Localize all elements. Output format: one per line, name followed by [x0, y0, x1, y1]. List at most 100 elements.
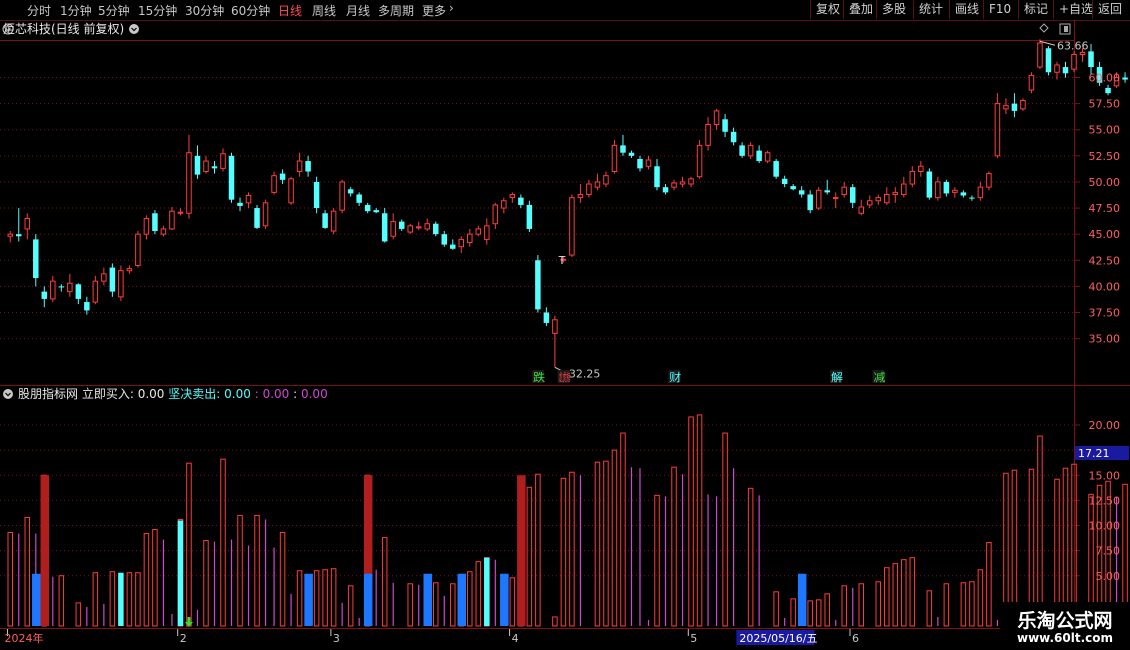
toolbar-action-4[interactable]: 画线	[949, 0, 984, 19]
indicator-bar	[926, 590, 933, 627]
period-tab-5[interactable]: 60分钟	[231, 2, 270, 19]
indicator-bar	[296, 570, 303, 627]
candle-body	[901, 183, 907, 195]
indicator-bar	[526, 486, 533, 627]
indicator-bar	[279, 532, 286, 627]
diamond-icon	[1039, 23, 1049, 33]
indicator-bar	[535, 473, 541, 627]
indicator-bar	[75, 602, 82, 627]
high-label: 63.66	[1057, 39, 1089, 52]
indicator-title-part-8: 0.00	[301, 387, 328, 401]
candle-body	[884, 193, 890, 204]
price-tick-label: 42.50	[1089, 254, 1121, 267]
candle-body	[552, 319, 558, 334]
candle-body	[415, 226, 422, 229]
toolbar-action-0[interactable]: 复权	[810, 0, 845, 19]
period-tab-7[interactable]: 周线	[312, 2, 336, 19]
candle-body	[467, 233, 473, 244]
candle-body	[526, 204, 533, 229]
indicator-bar	[594, 461, 601, 627]
indicator-bars[interactable]	[7, 414, 1130, 627]
watermark-url: www.60lt.com	[1016, 631, 1114, 645]
grid-lines	[0, 20, 1130, 630]
candle-body	[1037, 42, 1043, 68]
indicator-bar	[969, 581, 975, 627]
candle-body	[645, 159, 652, 167]
candle-body	[135, 233, 141, 266]
candle-body	[41, 291, 48, 299]
toolbar-action-2[interactable]: 多股	[876, 0, 911, 19]
toolbar-action-1[interactable]: 叠加	[843, 0, 878, 19]
indicator-bar	[688, 416, 694, 627]
indicator-title-part-2: 0.00	[138, 387, 165, 401]
indicator-bar	[722, 432, 728, 627]
toolbar-action-6[interactable]: 标记	[1018, 0, 1053, 19]
candle-body	[1105, 87, 1111, 94]
toolbar-action-3[interactable]: 统计	[913, 0, 948, 19]
toolbar-action-5[interactable]: F10	[983, 0, 1016, 19]
candle-body	[764, 152, 771, 162]
candle-body	[475, 228, 482, 235]
candle-body	[330, 210, 337, 232]
candle-body	[33, 239, 39, 279]
candle-body	[424, 223, 430, 230]
period-tab-9[interactable]: 多周期	[378, 2, 414, 19]
candle-body	[143, 217, 150, 235]
period-tab-3[interactable]: 15分钟	[138, 2, 177, 19]
candle-body	[569, 197, 575, 256]
toolbar-action-8[interactable]: 返回	[1092, 0, 1127, 19]
candle-body	[671, 182, 677, 188]
candle-body	[1020, 99, 1026, 110]
candle-body	[611, 144, 618, 172]
cursor-date-text: 2025/05/16/五	[739, 632, 817, 645]
candle-body	[1088, 51, 1094, 68]
indicator-bar	[237, 514, 243, 627]
candle-body	[603, 175, 609, 185]
candle-body	[1011, 103, 1018, 111]
period-tab-8[interactable]: 月线	[346, 2, 370, 19]
candle-body	[892, 191, 899, 195]
candle-body	[918, 165, 924, 172]
event-tag-2: 财	[669, 370, 681, 384]
candle-body	[313, 181, 320, 209]
candle-body	[620, 145, 626, 153]
chart-area[interactable]: 60.0057.5055.0052.5050.0047.5045.0042.50…	[0, 20, 1130, 650]
candle-body	[194, 155, 201, 175]
candle-body	[1079, 51, 1086, 56]
candle-body	[305, 161, 311, 172]
candle-body	[875, 197, 882, 202]
candle-body	[126, 268, 133, 272]
candle-body	[832, 197, 839, 200]
period-tab-10[interactable]: 更多	[422, 2, 446, 19]
candle-body	[849, 187, 856, 203]
period-tab-2[interactable]: 5分钟	[98, 2, 130, 19]
candle-body	[75, 284, 82, 299]
indicator-tick-label: 20.00	[1089, 419, 1121, 432]
indicator-bar	[203, 540, 209, 627]
period-tab-4[interactable]: 30分钟	[185, 2, 224, 19]
period-tab-6[interactable]: 日线	[278, 2, 302, 19]
candle-body	[807, 194, 813, 211]
candle-body	[84, 302, 90, 311]
indicator-panel-title: 股朋指标网 立即买入: 0.00 坚决卖出: 0.00 : 0.00 : 0.0…	[18, 386, 328, 401]
candle-body	[679, 181, 686, 185]
candle-body	[935, 181, 941, 199]
candle-body	[271, 175, 277, 193]
indicator-bar	[135, 572, 141, 627]
period-tab-0[interactable]: 分时	[27, 2, 51, 19]
candle-body	[288, 178, 294, 204]
indicator-bar	[858, 583, 864, 627]
more-chevron-icon[interactable]: ›	[449, 1, 454, 15]
candle-body	[637, 158, 643, 169]
indicator-title-part-1: 立即买入:	[82, 386, 134, 401]
candle-body	[756, 150, 762, 162]
indicator-bar	[773, 591, 779, 627]
price-candles[interactable]	[7, 39, 1130, 368]
indicator-bar	[977, 569, 984, 627]
candle-body	[245, 195, 252, 204]
x-axis-label: 4	[512, 632, 519, 645]
candle-body	[705, 123, 711, 146]
period-tab-1[interactable]: 1分钟	[60, 2, 92, 19]
panel-resize-icon-inner	[1064, 26, 1068, 32]
sell-signal-bar	[423, 573, 432, 626]
